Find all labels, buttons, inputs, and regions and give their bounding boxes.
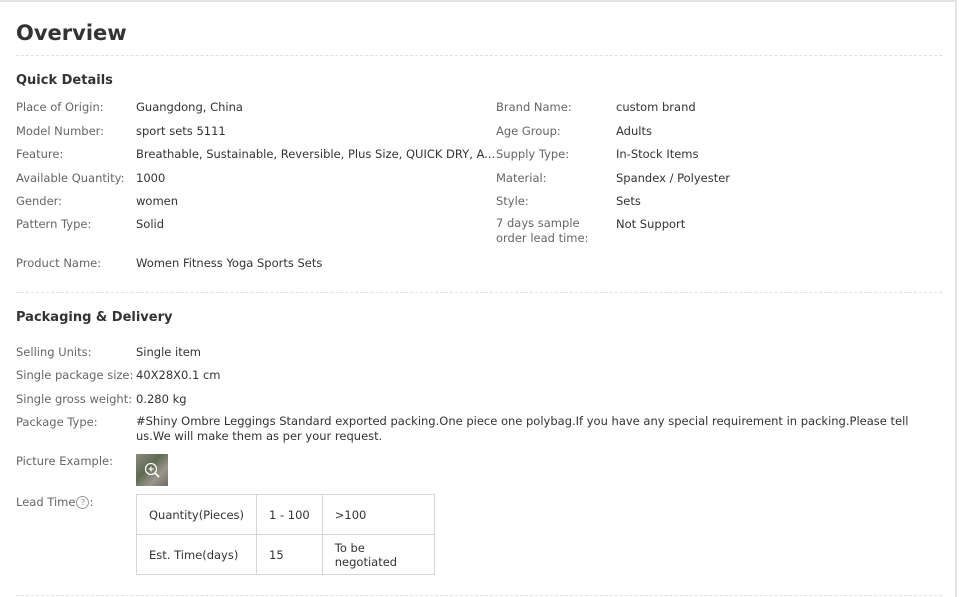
package-type-value: #Shiny Ombre Leggings Standard exported … — [136, 414, 909, 443]
detail-label: Available Quantity: — [16, 171, 125, 185]
packaging-label: Single package size: — [16, 368, 134, 382]
table-row: Est. Time(days) 15 To be negotiated — [135, 534, 435, 575]
detail-value: Guangdong, China — [136, 100, 243, 114]
help-icon[interactable]: ? — [76, 496, 90, 509]
lead-time-table: Quantity(Pieces) 1 - 100 >100 Est. Time(… — [135, 494, 435, 575]
detail-label: Gender: — [16, 194, 63, 208]
table-cell: Quantity(Pieces) — [135, 494, 258, 535]
detail-label: Pattern Type: — [16, 217, 92, 231]
detail-value: 1000 — [136, 171, 166, 185]
packaging-value: 40X28X0.1 cm — [136, 368, 221, 382]
detail-value: Breathable, Sustainable, Reversible, Plu… — [136, 147, 496, 161]
table-row: Quantity(Pieces) 1 - 100 >100 — [135, 494, 435, 535]
quick-details-heading: Quick Details — [16, 73, 113, 88]
packaging-value: Single item — [136, 345, 201, 359]
detail-label: Supply Type: — [496, 147, 570, 161]
table-cell: Est. Time(days) — [135, 534, 258, 575]
picture-example-thumbnail[interactable] — [136, 454, 168, 486]
detail-label: Style: — [496, 194, 529, 208]
lead-time-text: Lead Time — [16, 495, 76, 509]
detail-value: custom brand — [616, 100, 696, 114]
table-cell: >100 — [321, 494, 435, 535]
packaging-label: Selling Units: — [16, 345, 92, 359]
divider — [16, 292, 942, 293]
detail-value: Not Support — [616, 217, 686, 231]
detail-value: Solid — [136, 217, 165, 231]
packaging-label: Single gross weight: — [16, 392, 133, 406]
detail-label: Feature: — [16, 147, 64, 161]
detail-label: Brand Name: — [496, 100, 572, 114]
divider — [16, 595, 942, 596]
detail-label: 7 days sample order lead time: — [496, 216, 589, 245]
detail-value: Spandex / Polyester — [616, 171, 731, 185]
detail-value: Sets — [616, 194, 641, 208]
table-cell: 1 - 100 — [256, 494, 323, 535]
table-cell: 15 — [256, 534, 323, 575]
table-cell: To be negotiated — [321, 534, 435, 575]
packaging-heading: Packaging & Delivery — [16, 310, 173, 325]
zoom-in-icon[interactable] — [144, 462, 160, 478]
detail-label: Place of Origin: — [16, 100, 104, 114]
lead-time-colon: : — [89, 495, 94, 509]
detail-value: In-Stock Items — [616, 147, 699, 161]
packaging-label: Package Type: — [16, 415, 98, 429]
detail-label: Product Name: — [16, 256, 102, 270]
detail-value: women — [136, 194, 179, 208]
detail-label: Age Group: — [496, 124, 561, 138]
detail-value: Women Fitness Yoga Sports Sets — [136, 256, 323, 270]
detail-label: Material: — [496, 171, 547, 185]
packaging-value: 0.280 kg — [136, 392, 187, 406]
detail-value: Adults — [616, 124, 652, 138]
detail-value: sport sets 5111 — [136, 124, 226, 138]
detail-label: Model Number: — [16, 124, 105, 138]
page-title: Overview — [16, 21, 127, 45]
lead-time-label: Lead Time?: — [16, 495, 93, 509]
picture-example-label: Picture Example: — [16, 454, 113, 468]
divider — [16, 55, 942, 56]
